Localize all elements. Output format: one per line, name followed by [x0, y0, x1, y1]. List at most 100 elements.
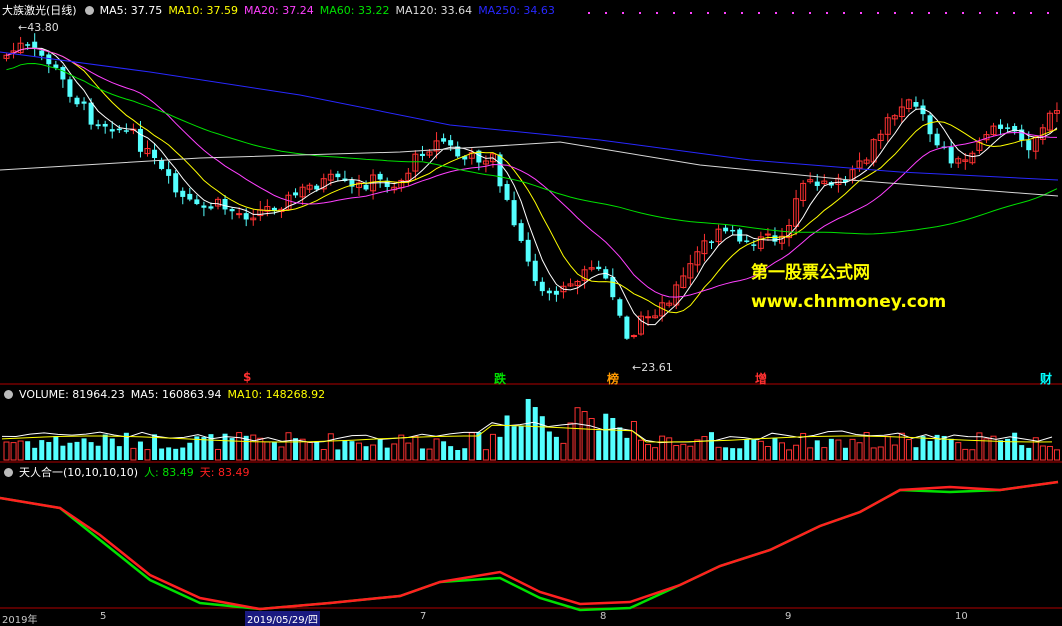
volume-bar-down: [441, 441, 447, 460]
ma-indicator-1: MA10: 37.59: [168, 4, 239, 17]
volume-bar-up: [884, 435, 891, 461]
candle-body-down: [201, 205, 207, 208]
volume-bar-up: [715, 446, 722, 461]
volume-bar-down: [60, 445, 66, 460]
candle-body-down: [504, 184, 510, 200]
indicator-settings-circle-icon[interactable]: [4, 468, 13, 477]
top-marker-dot: [1013, 12, 1015, 14]
volume-bar-up: [659, 435, 666, 461]
axis-label-5: 9: [785, 611, 792, 622]
top-marker-dot: [741, 12, 743, 14]
candle-body-down: [81, 101, 87, 104]
volume-bar-up: [489, 433, 496, 461]
volume-bar-down: [159, 448, 165, 460]
event-marker-increase[interactable]: 增: [755, 370, 767, 387]
volume-bar-down: [504, 415, 510, 460]
volume-bar-down: [828, 438, 834, 460]
volume-bar-down: [88, 442, 94, 460]
axis-label-2: 2019/05/29/四: [245, 611, 321, 626]
volume-bar-down: [913, 447, 919, 460]
candle-body-down: [772, 235, 778, 242]
volume-bar-up: [482, 449, 489, 461]
high-price-label: ←43.80: [18, 21, 59, 34]
volume-bar-down: [448, 446, 454, 460]
indicator-title: 天人合一(10,10,10,10): [19, 466, 139, 479]
low-price-label: ←23.61: [632, 361, 673, 374]
volume-bar-down: [709, 432, 714, 460]
event-marker-ranking[interactable]: 榜: [607, 370, 619, 387]
volume-settings-circle-icon[interactable]: [4, 390, 13, 399]
candle-body-down: [624, 316, 630, 339]
candle-body-down: [1005, 127, 1011, 129]
volume-bar-down: [46, 441, 52, 460]
volume-bar-up: [652, 447, 659, 461]
volume-bar-up: [870, 447, 877, 461]
candle-body-down: [123, 130, 129, 132]
main-panel-header: 大族激光(日线) MA5: 37.75 MA10: 37.59 MA20: 37.24…: [2, 4, 567, 18]
ma10-line: [6, 47, 1058, 314]
volume-bar-up: [764, 446, 771, 461]
top-marker-dot: [1047, 12, 1049, 14]
candle-body-down: [194, 199, 200, 205]
candle-body-down: [1026, 140, 1032, 151]
indicator-panel-header: 天人合一(10,10,10,10) 人: 83.49 天: 83.49: [2, 466, 255, 480]
volume-bar-down: [723, 447, 729, 460]
volume-bar-up: [560, 442, 567, 461]
volume-ma10: MA10: 148268.92: [227, 388, 326, 401]
event-marker-fall[interactable]: 跌: [494, 370, 506, 387]
candle-body-down: [441, 138, 447, 142]
event-marker-finance[interactable]: 财: [1040, 370, 1052, 387]
candle-body-down: [88, 102, 94, 125]
volume-bar-down: [419, 448, 425, 460]
candle-body-down: [25, 44, 31, 46]
volume-bar-up: [433, 438, 440, 461]
volume-bar-down: [553, 436, 559, 460]
axis-label-4: 8: [600, 611, 607, 622]
volume-bar-down: [25, 441, 31, 460]
settings-circle-icon[interactable]: [84, 6, 94, 15]
candle-body-down: [74, 97, 80, 105]
top-marker-dot: [996, 12, 998, 14]
candle-body-down: [814, 181, 820, 186]
candle-body-down: [67, 79, 73, 97]
volume-bar-up: [680, 443, 687, 461]
top-marker-dot: [911, 12, 913, 14]
volume-bar-down: [39, 440, 45, 460]
volume-bar-up: [320, 449, 327, 461]
candle-body-down: [137, 128, 143, 152]
volume-bar-down: [116, 446, 122, 460]
volume-bar-up: [468, 432, 475, 461]
volume-bar-down: [511, 426, 517, 460]
volume-bar-up: [405, 442, 412, 461]
axis-label-0: 2019年: [2, 615, 38, 626]
volume-bar-down: [525, 398, 531, 460]
volume-bar-up: [638, 439, 644, 461]
candle-body-down: [546, 290, 552, 294]
volume-bar-down: [95, 445, 101, 460]
top-marker-dot: [877, 12, 879, 14]
candle-body-down: [116, 128, 122, 131]
event-marker-dollar[interactable]: $: [243, 370, 251, 384]
candle-body-down: [363, 184, 369, 190]
volume-bar-up: [786, 449, 793, 461]
volume-bar-up: [891, 444, 898, 461]
volume-bar-down: [1026, 447, 1032, 460]
top-marker-dot: [826, 12, 828, 14]
volume-bar-up: [10, 442, 17, 461]
volume-bar-down: [751, 438, 757, 460]
volume-ma5: MA5: 160863.94: [130, 388, 222, 401]
volume-bar-down: [603, 413, 609, 460]
ma-indicator-5: MA250: 34.63: [478, 4, 555, 17]
ma-indicator-list: MA5: 37.75 MA10: 37.59 MA20: 37.24 MA60: 33…: [100, 4, 561, 17]
candle-body-down: [166, 169, 172, 176]
volume-bar-down: [271, 441, 277, 460]
candle-body-down: [32, 41, 38, 48]
candle-body-down: [751, 244, 757, 246]
volume-bar-down: [737, 448, 743, 460]
candle-body-down: [152, 149, 158, 159]
top-marker-dot: [962, 12, 964, 14]
candle-body-down: [60, 67, 66, 80]
top-marker-dot: [605, 12, 607, 14]
volume-bar-down: [32, 447, 38, 460]
ren-line: [0, 480, 1059, 612]
